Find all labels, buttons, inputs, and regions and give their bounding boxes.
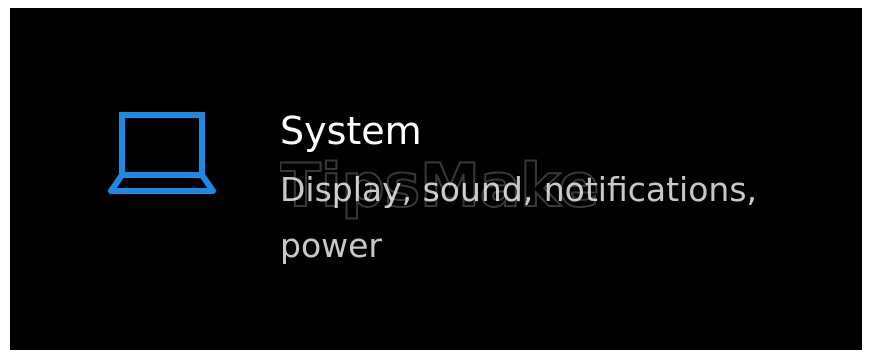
settings-tile-system[interactable]: System Display, sound, notifications, po… (10, 8, 862, 350)
tile-title: System (280, 109, 422, 153)
tile-subtitle: Display, sound, notifications, power (280, 170, 758, 265)
tile-text: System Display, sound, notifications, po… (280, 104, 840, 274)
laptop-icon (108, 112, 216, 194)
